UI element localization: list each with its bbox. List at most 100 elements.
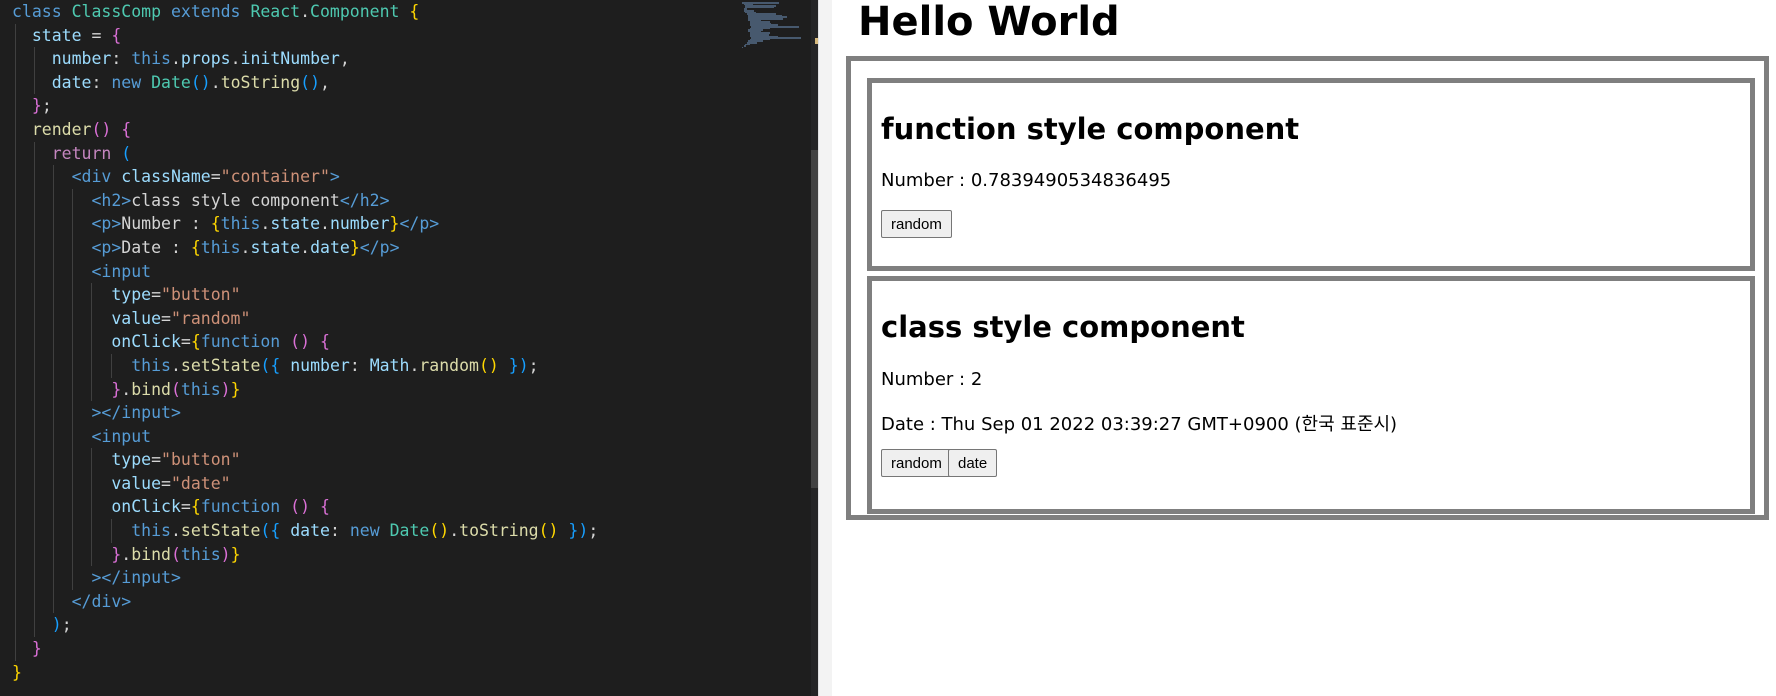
code-token: class: [12, 2, 72, 21]
minimap[interactable]: [730, 0, 802, 696]
code-token: render: [31, 119, 92, 139]
code-token: setState: [180, 521, 261, 541]
code-token: >: [121, 190, 132, 210]
class-component-title: class style component: [881, 310, 1245, 344]
code-token: div: [91, 591, 122, 611]
code-token: :: [329, 521, 350, 541]
code-token: <: [91, 190, 102, 210]
indent-guide: [34, 353, 36, 378]
editor-scrollbar[interactable]: [811, 0, 818, 696]
code-token: number: [51, 49, 112, 69]
class-component-container: class style component Number : 2 Date : …: [867, 276, 1755, 514]
code-token: >: [170, 403, 181, 423]
code-token: setState: [180, 355, 261, 375]
code-token: state: [270, 214, 320, 234]
indent-guide: [15, 613, 16, 638]
code-line: ></input>: [0, 401, 730, 425]
class-random-button[interactable]: random: [881, 449, 952, 477]
code-token: () {: [290, 497, 330, 517]
code-token: random: [419, 355, 479, 375]
code-token: }: [111, 379, 122, 399]
code-token: Date: [389, 521, 430, 541]
code-line: onClick={function () {: [0, 495, 730, 520]
code-token: .: [230, 49, 241, 69]
indent-guide: [53, 283, 55, 307]
pane-divider[interactable]: [818, 0, 833, 696]
function-number-text: Number : 0.7839490534836495: [881, 170, 1172, 191]
code-token: date: [310, 237, 350, 257]
code-token: function: [200, 497, 291, 517]
scrollbar-thumb[interactable]: [811, 150, 818, 488]
function-random-button[interactable]: random: [881, 210, 952, 238]
indent-guide: [15, 566, 16, 590]
code-line: render() {: [0, 117, 730, 142]
code-token: >: [121, 591, 132, 611]
code-token: <: [91, 237, 102, 257]
code-token: ;: [588, 521, 599, 541]
indent-guide: [72, 519, 74, 543]
code-token: p: [101, 237, 112, 257]
indent-guide: [53, 519, 55, 543]
indent-guide: [91, 283, 93, 307]
indent-guide: [34, 165, 36, 189]
code-token: {: [190, 332, 201, 352]
code-token: >: [329, 167, 340, 187]
code-token: >: [429, 214, 440, 234]
code-token: input: [121, 403, 171, 423]
code-token: >: [111, 214, 122, 234]
indent-guide: [15, 259, 16, 284]
code-token: >: [111, 237, 122, 257]
code-token: toString: [459, 521, 539, 541]
code-editor[interactable]: class ClassComp extends React.Component …: [0, 0, 818, 696]
class-date-button[interactable]: date: [948, 449, 998, 477]
code-line: };: [0, 94, 730, 118]
indent-guide: [72, 283, 74, 307]
code-token: bind: [131, 544, 171, 564]
code-token: (): [300, 72, 321, 92]
indent-guide: [15, 377, 16, 402]
code-token: h2: [359, 190, 380, 210]
indent-guide: [72, 259, 74, 284]
code-line: value="random": [0, 306, 730, 331]
code-token: >: [170, 568, 181, 588]
indent-guide: [34, 212, 36, 236]
indent-guide: [15, 117, 16, 142]
code-token: {: [111, 25, 122, 45]
indent-guide: [34, 613, 36, 638]
code-token: () {: [290, 332, 330, 352]
minimap-line: [745, 6, 774, 9]
indent-guide: [53, 424, 55, 449]
indent-guide: [34, 259, 36, 284]
indent-guide: [72, 542, 74, 567]
code-token: =: [151, 285, 162, 305]
page-heading: Hello World: [858, 0, 1120, 45]
indent-guide: [91, 542, 93, 567]
code-token: p: [379, 237, 390, 257]
code-token: <: [71, 167, 82, 187]
indent-guide: [34, 471, 36, 496]
code-token: ): [51, 615, 62, 635]
code-token: extends: [170, 2, 251, 21]
code-token: .: [170, 49, 181, 69]
code-area[interactable]: class ClassComp extends React.Component …: [0, 0, 730, 684]
code-token: .: [210, 72, 221, 92]
indent-guide: [34, 141, 36, 166]
code-token: bind: [131, 379, 171, 399]
indent-guide: [53, 377, 55, 402]
code-token: new: [111, 72, 152, 92]
code-token: "random": [170, 308, 251, 328]
indent-guide: [91, 353, 93, 378]
code-token: ,: [320, 72, 330, 92]
browser-viewport: Hello World function style component Num…: [832, 0, 1776, 696]
function-component-title: function style component: [881, 112, 1300, 146]
indent-guide: [15, 23, 16, 48]
indent-guide: [15, 448, 16, 472]
indent-guide: [34, 495, 36, 520]
code-token: >: [379, 190, 390, 210]
indent-guide: [72, 235, 74, 260]
code-token: .: [449, 521, 460, 541]
code-token: "button": [161, 450, 241, 470]
